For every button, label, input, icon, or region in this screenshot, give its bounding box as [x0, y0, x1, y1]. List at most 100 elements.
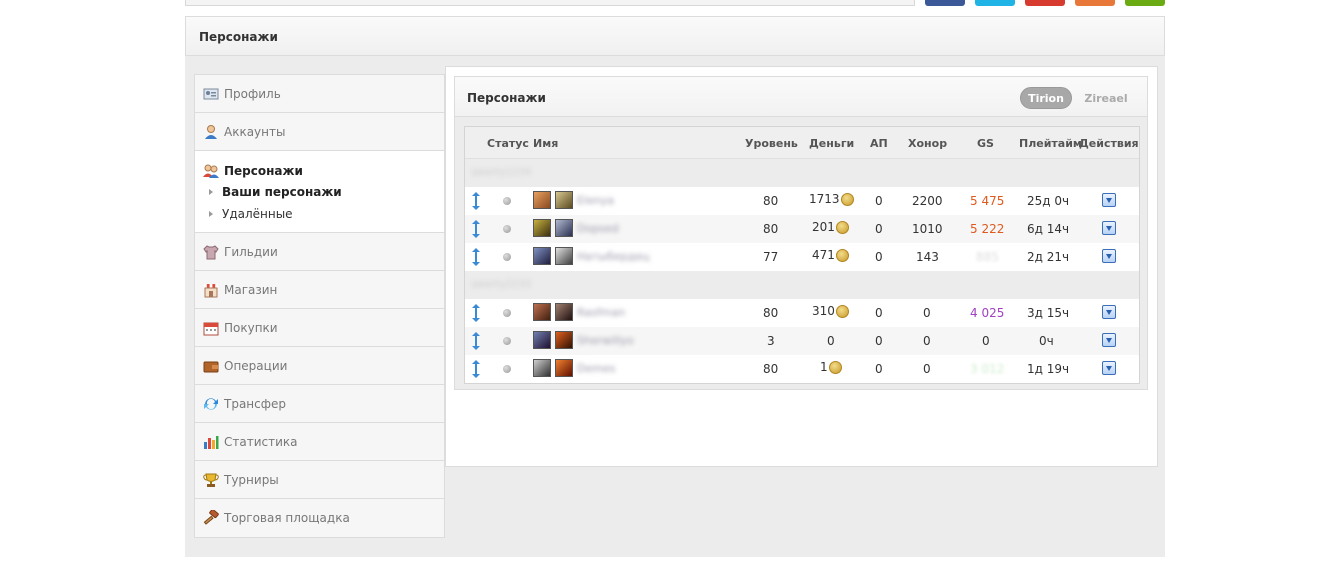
actions-dropdown-icon[interactable]: [1102, 305, 1116, 319]
sidebar-item-marketplace[interactable]: Торговая площадка: [195, 499, 444, 537]
status-offline-icon: [503, 197, 511, 205]
users-icon: [203, 163, 219, 179]
social-button-odnoklassniki[interactable]: [1075, 0, 1115, 6]
playtime-value: 3д 15ч: [1027, 306, 1070, 320]
hammer-icon: [203, 508, 219, 526]
social-button-youtube[interactable]: [1025, 0, 1065, 6]
drag-reorder-icon[interactable]: [472, 248, 480, 266]
column-header-gs[interactable]: GS: [977, 137, 994, 150]
class-icon: [555, 219, 573, 237]
top-breadcrumb-strip: [185, 0, 915, 6]
user-icon: [203, 124, 219, 140]
sidebar-item-label: Магазин: [224, 282, 278, 297]
gold-coin-icon: [835, 221, 849, 234]
column-header-honor[interactable]: Хонор: [908, 137, 947, 150]
money-value: 1713: [809, 192, 854, 206]
drag-reorder-icon[interactable]: [472, 304, 480, 322]
status-offline-icon: [503, 337, 511, 345]
sidebar: Профиль Аккаунты Персонажи Ваши персонаж…: [194, 74, 445, 538]
table-row[interactable]: Demes 80 1 0 0 3 012 1д 19ч: [465, 355, 1139, 383]
sidebar-item-statistics[interactable]: Статистика: [195, 423, 444, 461]
sidebar-item-tournaments[interactable]: Турниры: [195, 461, 444, 499]
drag-reorder-icon[interactable]: [472, 192, 480, 210]
realm-tab-zireael[interactable]: Zireael: [1077, 87, 1135, 109]
character-name[interactable]: Dopsed: [577, 222, 619, 235]
table-row[interactable]: Rasfman 80 310 0 0 4 025 3д 15ч: [465, 299, 1139, 327]
column-header-money[interactable]: Деньги: [809, 137, 854, 150]
character-name[interactable]: Rasfman: [577, 306, 625, 319]
gold-coin-icon: [840, 193, 854, 206]
character-name[interactable]: Sherwillyo: [577, 334, 634, 347]
actions-dropdown-icon[interactable]: [1102, 221, 1116, 235]
shirt-icon: [203, 244, 219, 260]
sidebar-item-label: Торговая площадка: [224, 511, 350, 525]
table-row[interactable]: Sherwillyo 3 0 0 0 0 0ч: [465, 327, 1139, 355]
drag-reorder-icon[interactable]: [472, 332, 480, 350]
table-row[interactable]: Elenya 80 1713 0 2200 5 475 25д 0ч: [465, 187, 1139, 215]
character-name[interactable]: Elenya: [577, 194, 614, 207]
sidebar-item-characters[interactable]: Персонажи Ваши персонажи Удалённые: [195, 151, 444, 233]
page-title: Персонажи: [199, 30, 278, 44]
ap-value: 0: [875, 194, 883, 208]
drag-reorder-icon[interactable]: [472, 360, 480, 378]
level-value: 80: [763, 306, 779, 320]
class-icon: [555, 247, 573, 265]
money-value: 1: [820, 360, 842, 374]
actions-dropdown-icon[interactable]: [1102, 361, 1116, 375]
character-name[interactable]: Demes: [577, 362, 615, 375]
race-icon: [533, 191, 551, 209]
level-value: 80: [763, 362, 779, 376]
sidebar-item-purchases[interactable]: Покупки: [195, 309, 444, 347]
table-row[interactable]: Dopsed 80 201 0 1010 5 222 6д 14ч: [465, 215, 1139, 243]
sidebar-subitem-deleted[interactable]: Удалённые: [203, 203, 444, 225]
sidebar-item-label: Гильдии: [224, 244, 278, 259]
gs-value: 5 475: [970, 194, 1005, 208]
gs-value: 4 025: [970, 306, 1005, 320]
status-offline-icon: [503, 225, 511, 233]
characters-table: Статус Имя Уровень Деньги АП Хонор GS Пл…: [464, 126, 1140, 384]
sidebar-item-profile[interactable]: Профиль: [195, 75, 444, 113]
actions-dropdown-icon[interactable]: [1102, 333, 1116, 347]
social-button-other[interactable]: [1125, 0, 1165, 6]
table-row[interactable]: Натыбердец 77 471 0 143 885 2д 21ч: [465, 243, 1139, 271]
class-icon: [555, 359, 573, 377]
class-icon: [555, 191, 573, 209]
wallet-icon: [203, 358, 219, 374]
gold-coin-icon: [835, 305, 849, 318]
playtime-value: 2д 21ч: [1027, 250, 1070, 264]
status-offline-icon: [503, 365, 511, 373]
race-icon: [533, 247, 551, 265]
sidebar-item-accounts[interactable]: Аккаунты: [195, 113, 444, 151]
sidebar-item-guilds[interactable]: Гильдии: [195, 233, 444, 271]
social-button-facebook[interactable]: [925, 0, 965, 6]
sidebar-item-label: Операции: [224, 358, 288, 373]
sidebar-item-label: Персонажи: [224, 164, 303, 178]
honor-value: 0: [923, 334, 931, 348]
race-icon: [533, 303, 551, 321]
playtime-value: 25д 0ч: [1027, 194, 1070, 208]
trophy-icon: [203, 472, 219, 488]
character-name[interactable]: Натыбердец: [577, 250, 650, 263]
race-icon: [533, 219, 551, 237]
table-header-row: Статус Имя Уровень Деньги АП Хонор GS Пл…: [465, 127, 1139, 159]
column-header-ap[interactable]: АП: [870, 137, 888, 150]
sidebar-item-label: Трансфер: [224, 396, 287, 411]
actions-dropdown-icon[interactable]: [1102, 249, 1116, 263]
column-header-name[interactable]: Имя: [533, 137, 558, 150]
drag-reorder-icon[interactable]: [472, 220, 480, 238]
column-header-status[interactable]: Статус: [487, 137, 529, 150]
column-header-level[interactable]: Уровень: [745, 137, 798, 150]
money-value: 0: [827, 334, 835, 348]
gs-value: 3 012: [970, 362, 1005, 376]
column-header-playtime[interactable]: Плейтайм: [1019, 137, 1082, 150]
social-button-twitter[interactable]: [975, 0, 1015, 6]
sidebar-item-transfer[interactable]: Трансфер: [195, 385, 444, 423]
account-name: qwerty2233: [471, 279, 532, 290]
sidebar-item-operations[interactable]: Операции: [195, 347, 444, 385]
sidebar-subitem-your-characters[interactable]: Ваши персонажи: [203, 181, 444, 203]
triangle-right-icon: [209, 211, 213, 217]
level-value: 80: [763, 194, 779, 208]
realm-tab-tirion[interactable]: Tirion: [1020, 87, 1072, 109]
sidebar-item-shop[interactable]: Магазин: [195, 271, 444, 309]
actions-dropdown-icon[interactable]: [1102, 193, 1116, 207]
